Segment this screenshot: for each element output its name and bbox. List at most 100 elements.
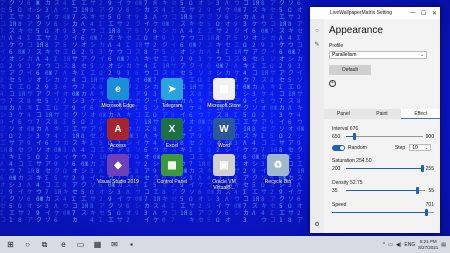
saturation-min: 200 [332, 166, 341, 172]
settings-gear-icon[interactable]: ⚙ [313, 220, 321, 228]
settings-window: LiveWallpaperMatrix Setting — ☐ ✕ ○ ✎ ⚙ … [310, 7, 440, 233]
network-icon[interactable]: ▭ [388, 242, 393, 248]
slider-fill [332, 212, 427, 213]
matrix-column: ク5エ1ЯスΛケ6オ2アセΣコ7カ3イソΩサ8キ4ウ0Жシ9ク5エ1 [9, 0, 17, 224]
file-explorer-icon[interactable]: ▭ [73, 236, 88, 253]
word-icon: W [213, 118, 235, 140]
task-view-icon[interactable]: ⧉ [37, 236, 52, 253]
desktop-shortcut-label: Telegram [161, 103, 183, 109]
matrix-column: 6オ2アセΣコ7カ3イソΩサ8キ4ウ0Жシ9ク5エ1ЯスΛケ6オ2ア [297, 0, 305, 224]
circle-icon[interactable]: ○ [313, 27, 321, 35]
matrix-column: ク5エ1ЯスΛケ6オ2アセΣコ7カ3イソΩサ8キ4ウ0Жシ9ク5エ1 [279, 0, 287, 224]
step-input[interactable]: 10 ⌄ [409, 144, 432, 151]
desktop-shortcut[interactable]: e Microsoft Edge [96, 78, 140, 109]
interval-min: 650 [332, 134, 341, 140]
store-icon[interactable]: ▦ [90, 236, 105, 253]
mail-icon[interactable]: ✉ [107, 236, 122, 253]
profile-value: Parallelism [332, 52, 357, 58]
window-title: LiveWallpaperMatrix Setting [330, 10, 393, 16]
density-max: 55 [428, 188, 434, 194]
desktop-shortcut-label: Recycle Bin [264, 179, 292, 185]
tray-chevron-icon[interactable]: ^ [383, 242, 385, 248]
matrix-column: ソΩサ8キ4ウ0Жシ9ク5エ1ЯスΛケ6オ2アセΣコ7カ3イソΩサ8 [288, 0, 296, 224]
edge-icon[interactable]: e [56, 236, 71, 253]
interval-label: Interval 676 [332, 126, 359, 132]
start-icon[interactable]: ⊞ [3, 236, 18, 253]
matrix-column: Σコ7カ3イソΩサ8キ4ウ0Жシ9ク5エ1ЯスΛケ6オ2アセΣコ7カ [72, 0, 80, 224]
minimize-button[interactable]: — [407, 7, 418, 19]
desktop-shortcut-label: Access [109, 143, 127, 149]
matrix-column: 1ЯスΛケ6オ2アセΣコ7カ3イソΩサ8キ4ウ0Жシ9ク5エ1ЯスΛ [252, 0, 260, 217]
slider-thumb[interactable] [352, 133, 356, 140]
density-slider[interactable] [346, 187, 426, 195]
settings-content: Appearance Profile Parallelism ⌄ Default… [329, 19, 437, 87]
language-indicator[interactable]: ENG [404, 242, 415, 248]
interval-slider[interactable] [346, 133, 423, 141]
page-title: Appearance [329, 25, 383, 36]
profile-label: Profile [329, 43, 344, 49]
desktop-shortcut[interactable]: A Access [96, 118, 140, 149]
desktop-shortcut-label: Word [218, 143, 230, 149]
slider-fill [346, 168, 422, 169]
chevron-down-icon: ⌄ [424, 145, 429, 150]
desktop-shortcut-label: Control Panel [156, 179, 188, 185]
add-icon[interactable]: + [329, 80, 336, 87]
virtualbox-icon: ▣ [213, 154, 235, 176]
step-value: 10 [412, 144, 418, 151]
desktop-shortcut[interactable]: W Word [202, 118, 246, 149]
clock-date: 8/27/2021 [418, 244, 439, 250]
recycle-bin-icon: ♻ [267, 154, 289, 176]
tab-effect[interactable]: Effect [401, 109, 440, 119]
speed-label: Speed [332, 202, 347, 208]
profile-select[interactable]: Parallelism ⌄ [329, 51, 427, 59]
default-button[interactable]: Default [329, 65, 371, 75]
control-panel-icon: ▩ [161, 154, 183, 176]
desktop-shortcut[interactable]: ➤ Telegram [150, 78, 194, 109]
tab-paint[interactable]: Paint [363, 109, 402, 119]
matrix-column: エ1ЯスΛケ6オ2アセΣコ7カ3イソΩサ8キ4ウ0Жシ9ク5エ1Яス [81, 0, 89, 217]
visual-studio-icon: ◆ [107, 154, 129, 176]
terminal-icon[interactable]: ▪ [124, 236, 139, 253]
matrix-column: アセΣコ7カ3イソΩサ8キ4ウ0Жシ9ク5エ1ЯスΛケ6オ2アセΣコ [0, 0, 8, 224]
close-button[interactable]: ✕ [429, 7, 440, 19]
volume-icon[interactable]: ◀) [396, 242, 402, 248]
search-icon[interactable]: ○ [20, 236, 35, 253]
telegram-icon: ➤ [161, 78, 183, 100]
matrix-column: 6オ2アセΣコ7カ3イソΩサ8キ4ウ0Жシ9ク5エ1ЯスΛケ6オ2ア [27, 0, 35, 224]
desktop-shortcut[interactable]: ◆ Visual Studio 2019 [96, 154, 140, 185]
random-toggle[interactable] [332, 144, 345, 151]
speed-slider[interactable] [332, 209, 434, 217]
desktop-shortcut[interactable]: ♻ Recycle Bin [256, 154, 300, 185]
matrix-column: ソΩサ8キ4ウ0Жシ9ク5エ1ЯスΛケ6オ2アセΣコ7カ3イソΩサ8 [18, 0, 26, 224]
desktop-shortcut[interactable]: ▣ Oracle VM VirtualB... [202, 154, 246, 191]
desktop-shortcut-label: Visual Studio 2019 [97, 179, 139, 185]
density-label: Density 52.75 [332, 180, 363, 186]
maximize-button[interactable]: ☐ [418, 7, 429, 19]
brush-icon[interactable]: ✎ [313, 40, 321, 48]
desktop-shortcut[interactable]: ▦ Microsoft Store [202, 78, 246, 109]
desktop-shortcut[interactable]: X Excel [150, 118, 194, 149]
slider-thumb[interactable] [425, 209, 429, 216]
matrix-column: 8キ4ウ0Жシ9ク5エ1ЯスΛケ6オ2アセΣコ7カ3イソΩサ8キ4ウ [261, 0, 269, 224]
saturation-slider[interactable] [346, 165, 424, 173]
matrix-column: カ3イソΩサ8キ4ウ0Жシ9ク5エ1ЯスΛケ6オ2アセΣコ7カ3イソ [45, 0, 53, 224]
taskbar: ⊞ ○ ⧉ e ▭ ▦ ✉ ▪ ^ ▭ ◀) ENG 5:21 PM 8/27/2021 ▤ [0, 236, 450, 253]
slider-track [346, 136, 423, 137]
title-bar[interactable]: LiveWallpaperMatrix Setting — ☐ ✕ [310, 7, 440, 19]
matrix-column: アセΣコ7カ3イソΩサ8キ4ウ0Жシ9ク5エ1ЯスΛケ6オ2アセΣコ [270, 0, 278, 224]
effect-panel: Interval 676 650 900 Random Step 10 ⌄ Sa… [332, 126, 434, 217]
saturation-max: 255 [425, 166, 434, 172]
excel-icon: X [161, 118, 183, 140]
slider-thumb[interactable] [420, 165, 424, 172]
tab-panel[interactable]: Panel [324, 109, 363, 119]
desktop-shortcut-label: Excel [165, 143, 179, 149]
clock[interactable]: 5:21 PM 8/27/2021 [418, 239, 438, 250]
speed-max: 701 [425, 202, 434, 208]
matrix-column: 4ウ0Жシ9ク5エ1ЯスΛケ6オ2アセΣコ7カ3イソΩサ8キ4ウ0Ж [63, 0, 71, 217]
store-icon: ▦ [213, 78, 235, 100]
matrix-column: Жシ9ク5エ1ЯスΛケ6オ2アセΣコ7カ3イソΩサ8キ4ウ0Жシ9ク [36, 0, 44, 224]
density-min: 35 [332, 188, 338, 194]
notification-icon[interactable]: ▤ [441, 242, 446, 248]
desktop-shortcut[interactable]: ▩ Control Panel [150, 154, 194, 185]
slider-thumb[interactable] [415, 187, 419, 194]
